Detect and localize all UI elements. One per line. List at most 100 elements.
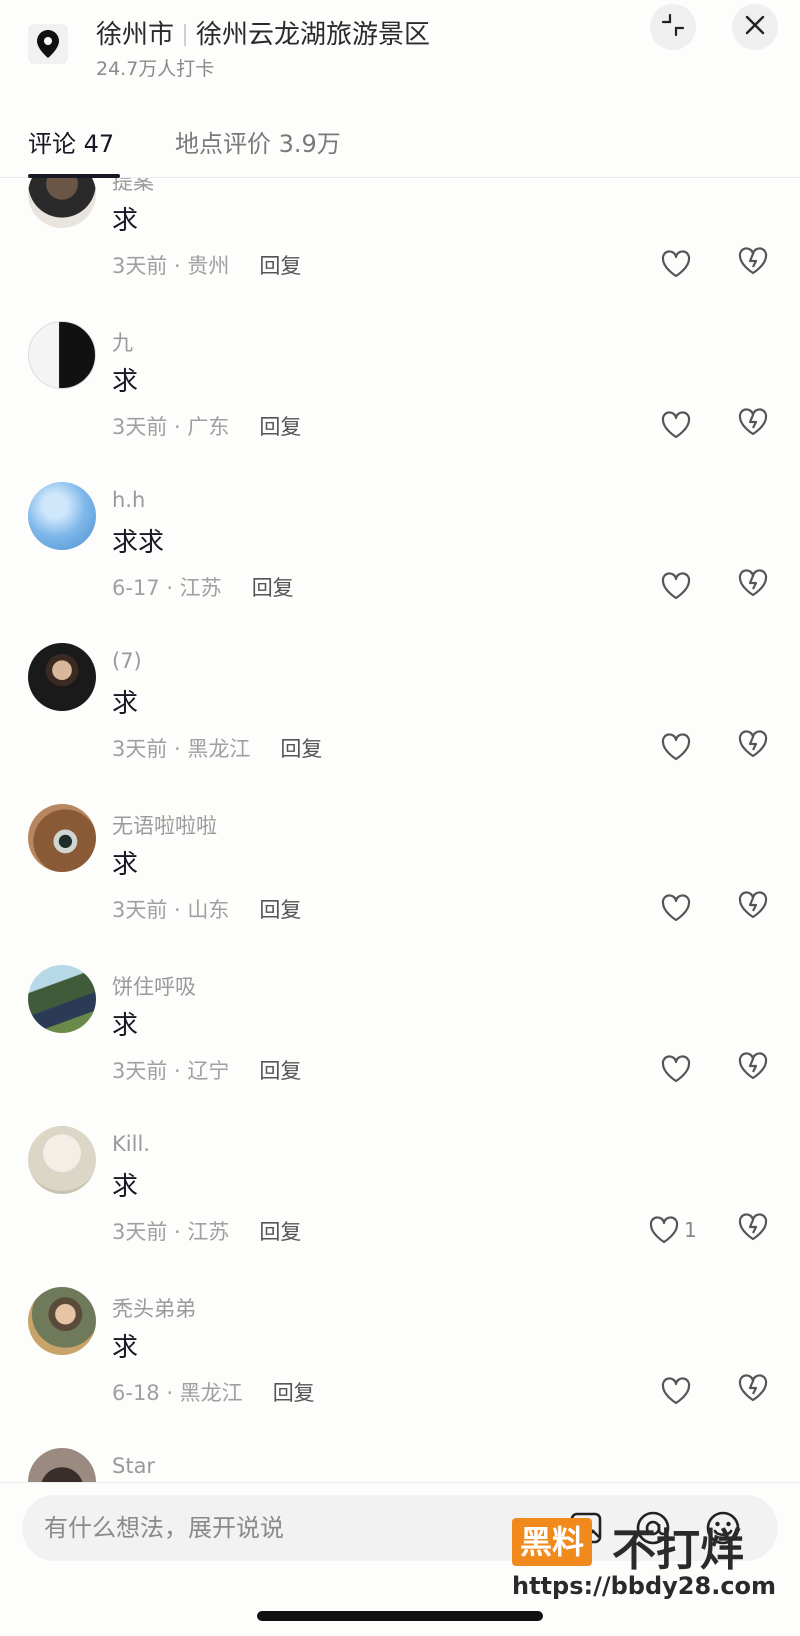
comment-username[interactable]: Kill. xyxy=(112,1132,150,1156)
heart-icon xyxy=(661,894,691,922)
comment-username[interactable]: (7) xyxy=(112,649,142,673)
comment-input[interactable] xyxy=(44,1495,564,1561)
place-name: 徐州云龙湖旅游景区 xyxy=(196,20,431,50)
like-button[interactable] xyxy=(660,568,696,604)
broken-heart-icon xyxy=(738,730,768,758)
comment-text: 求 xyxy=(112,1172,139,1202)
watermark-url: https://bbdy28.com xyxy=(512,1572,777,1600)
avatar[interactable] xyxy=(28,178,96,228)
dislike-button[interactable] xyxy=(737,1212,773,1248)
comment-text: 求 xyxy=(112,1011,139,1041)
city-name: 徐州市 xyxy=(96,20,175,50)
heart-icon xyxy=(661,1377,691,1405)
comment-item: 提案 求 3天前 · 贵州 回复 xyxy=(0,178,800,321)
avatar[interactable] xyxy=(28,321,96,389)
comment-username[interactable]: 九 xyxy=(112,327,133,357)
like-count: 1 xyxy=(684,1218,697,1242)
location-pin-icon[interactable] xyxy=(28,24,68,64)
comment-time-location: 3天前 · 山东 xyxy=(112,898,230,922)
like-button[interactable] xyxy=(660,729,696,765)
reply-button[interactable]: 回复 xyxy=(280,737,322,761)
comment-tabs: 评论 47 地点评价 3.9万 xyxy=(0,110,800,178)
collapse-icon xyxy=(660,12,686,42)
comment-item: (7) 求 3天前 · 黑龙江 回复 xyxy=(0,643,800,804)
reply-button[interactable]: 回复 xyxy=(259,254,301,278)
heart-icon xyxy=(661,572,691,600)
watermark-title: 不打烊 xyxy=(612,1525,744,1576)
comment-item: 九 求 3天前 · 广东 回复 xyxy=(0,321,800,482)
dislike-button[interactable] xyxy=(737,1373,773,1409)
title-divider xyxy=(184,24,187,46)
close-button[interactable] xyxy=(732,4,778,50)
comment-time-location: 3天前 · 广东 xyxy=(112,415,230,439)
reply-button[interactable]: 回复 xyxy=(259,1059,301,1083)
comment-text: 求求 xyxy=(112,528,165,558)
tab-comments[interactable]: 评论 47 xyxy=(28,124,114,159)
comment-text: 求 xyxy=(112,206,139,236)
reply-button[interactable]: 回复 xyxy=(273,1381,315,1405)
like-button[interactable] xyxy=(660,1373,696,1409)
avatar[interactable] xyxy=(28,804,96,872)
home-indicator[interactable] xyxy=(257,1611,543,1621)
reply-button[interactable]: 回复 xyxy=(259,898,301,922)
comment-username[interactable]: h.h xyxy=(112,488,145,512)
comment-username[interactable]: 秃头弟弟 xyxy=(112,1293,196,1323)
comment-meta: 3天前 · 黑龙江 回复 xyxy=(112,733,322,763)
comment-username[interactable]: 无语啦啦啦 xyxy=(112,810,217,840)
location-title[interactable]: 徐州市 徐州云龙湖旅游景区 xyxy=(96,14,430,51)
reply-button[interactable]: 回复 xyxy=(259,415,301,439)
comment-item: 饼住呼吸 求 3天前 · 辽宁 回复 xyxy=(0,965,800,1126)
avatar[interactable] xyxy=(28,482,96,550)
like-button[interactable]: 1 xyxy=(648,1212,697,1248)
comment-list[interactable]: 提案 求 3天前 · 贵州 回复 九 求 3天前 · 广东 回复 h.h 求求 6-… xyxy=(0,178,800,1482)
broken-heart-icon xyxy=(738,408,768,436)
comment-item: h.h 求求 6-17 · 江苏 回复 xyxy=(0,482,800,643)
comment-time-location: 3天前 · 贵州 xyxy=(112,254,230,278)
like-button[interactable] xyxy=(660,890,696,926)
comment-item: Kill. 求 3天前 · 江苏 回复 1 xyxy=(0,1126,800,1287)
dislike-button[interactable] xyxy=(737,568,773,604)
broken-heart-icon xyxy=(738,1374,768,1402)
avatar[interactable] xyxy=(28,965,96,1033)
comment-time-location: 3天前 · 江苏 xyxy=(112,1220,230,1244)
heart-icon xyxy=(661,411,691,439)
broken-heart-icon xyxy=(738,891,768,919)
tab-place-reviews[interactable]: 地点评价 3.9万 xyxy=(175,124,341,159)
comment-text: 求 xyxy=(112,850,139,880)
like-button[interactable] xyxy=(660,246,696,282)
dislike-button[interactable] xyxy=(737,729,773,765)
dislike-button[interactable] xyxy=(737,246,773,282)
comment-item: 无语啦啦啦 求 3天前 · 山东 回复 xyxy=(0,804,800,965)
broken-heart-icon xyxy=(738,1213,768,1241)
comment-time-location: 6-18 · 黑龙江 xyxy=(112,1381,243,1405)
broken-heart-icon xyxy=(738,1052,768,1080)
heart-icon xyxy=(661,250,691,278)
heart-icon xyxy=(661,733,691,761)
heart-icon xyxy=(661,1055,691,1083)
comment-username[interactable]: 提案 xyxy=(112,178,154,196)
comment-meta: 3天前 · 广东 回复 xyxy=(112,411,301,441)
watermark: 黑料 不打烊 https://bbdy28.com xyxy=(512,1516,782,1616)
reply-button[interactable]: 回复 xyxy=(259,1220,301,1244)
dislike-button[interactable] xyxy=(737,1051,773,1087)
dislike-button[interactable] xyxy=(737,890,773,926)
dislike-button[interactable] xyxy=(737,407,773,443)
comment-username[interactable]: Star xyxy=(112,1454,155,1478)
comment-item: 秃头弟弟 求 6-18 · 黑龙江 回复 xyxy=(0,1287,800,1448)
avatar[interactable] xyxy=(28,1126,96,1194)
avatar[interactable] xyxy=(28,643,96,711)
avatar[interactable] xyxy=(28,1287,96,1355)
location-header: 徐州市 徐州云龙湖旅游景区 24.7万人打卡 xyxy=(0,0,800,96)
comment-time-location: 3天前 · 辽宁 xyxy=(112,1059,230,1083)
like-button[interactable] xyxy=(660,1051,696,1087)
comment-username[interactable]: 饼住呼吸 xyxy=(112,971,196,1001)
comment-time-location: 3天前 · 黑龙江 xyxy=(112,737,251,761)
avatar[interactable] xyxy=(28,1448,96,1482)
collapse-button[interactable] xyxy=(650,4,696,50)
comment-meta: 3天前 · 江苏 回复 xyxy=(112,1216,301,1246)
comment-time-location: 6-17 · 江苏 xyxy=(112,576,222,600)
close-icon xyxy=(744,14,766,40)
like-button[interactable] xyxy=(660,407,696,443)
reply-button[interactable]: 回复 xyxy=(252,576,294,600)
comment-meta: 3天前 · 辽宁 回复 xyxy=(112,1055,301,1085)
